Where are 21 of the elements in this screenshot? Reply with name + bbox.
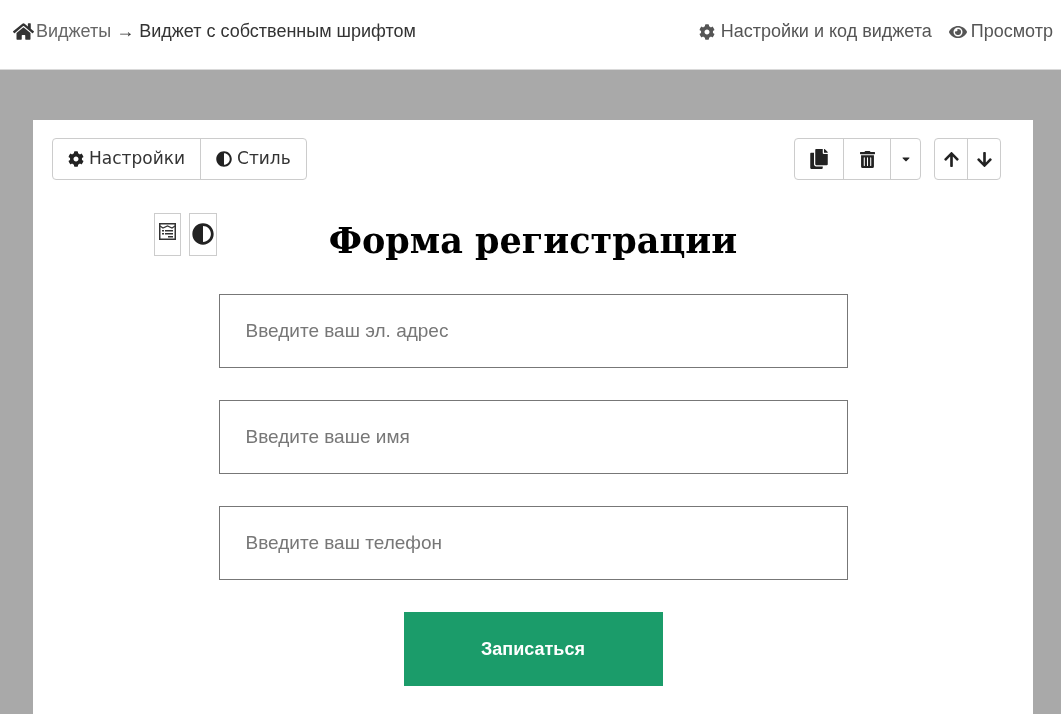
settings-icon — [68, 151, 84, 167]
trash-icon — [859, 149, 875, 169]
arrow-up-icon — [943, 150, 959, 168]
arrow-down-icon — [976, 150, 992, 168]
toolbar-tab[interactable]: Настройки — [53, 139, 200, 179]
form-layout-button[interactable] — [154, 213, 181, 256]
input-field[interactable]: Введите ваше имя — [218, 400, 848, 474]
home-icon[interactable] — [13, 22, 34, 41]
breadcrumb-separator: → — [116, 20, 135, 43]
input-field[interactable]: Введите ваш телефон — [218, 506, 848, 580]
settings-icon — [698, 23, 715, 40]
header-action-link[interactable]: Настройки и код виджета — [698, 18, 932, 45]
form-title: Форма регистрации — [328, 222, 738, 258]
header-action-link[interactable]: Просмотр — [948, 18, 1053, 45]
input-field[interactable]: Введите ваш эл. адрес — [218, 294, 848, 368]
copy-icon — [810, 149, 828, 169]
breadcrumb-current: Виджет с собственным шрифтом — [139, 20, 416, 43]
breadcrumb-link[interactable]: Виджеты — [36, 18, 112, 45]
list-window-icon — [159, 223, 176, 240]
toolbar-tab[interactable]: Стиль — [200, 139, 306, 179]
form-style-button[interactable] — [189, 213, 217, 256]
